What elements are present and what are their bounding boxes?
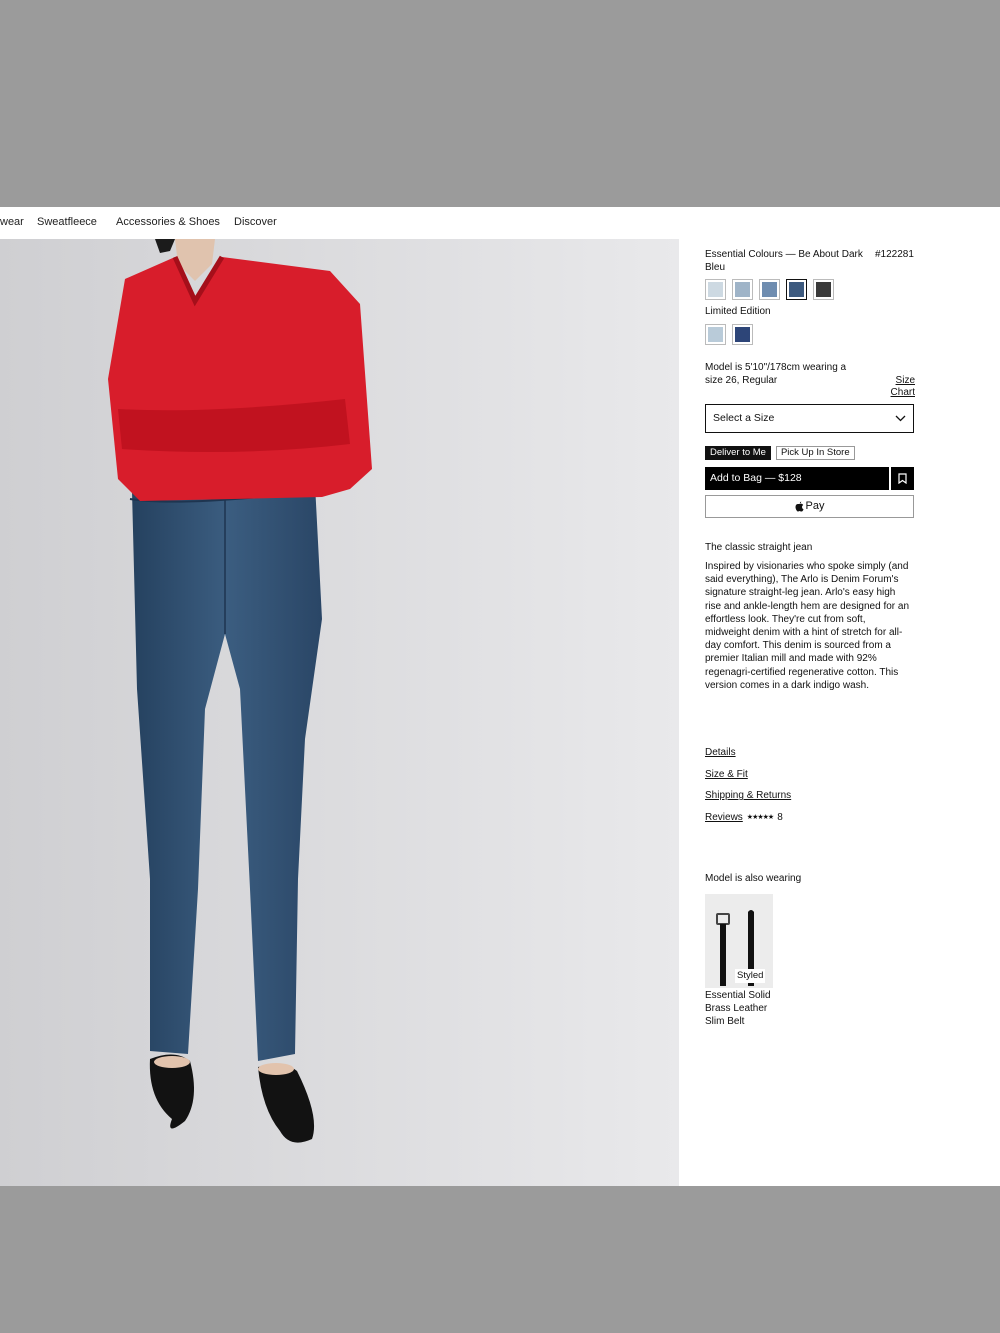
belt-product-name[interactable]: Essential Solid Brass Leather Slim Belt [705,989,775,1028]
colour-swatches [705,279,834,300]
limited-colour-swatch[interactable] [732,324,753,345]
add-to-bag-button[interactable]: Add to Bag — $128 [705,467,889,490]
nav-item-wear[interactable]: wear [0,216,24,228]
top-nav: wear Sweatfleece Accessories & Shoes Dis… [0,207,1000,239]
model-photo [0,239,679,1186]
save-button[interactable] [891,467,914,490]
product-image[interactable] [0,239,679,1186]
also-wearing-heading: Model is also wearing [705,873,802,884]
colour-swatch[interactable] [732,279,753,300]
colour-swatch[interactable] [705,279,726,300]
deliver-to-me-button[interactable]: Deliver to Me [705,446,771,460]
nav-item-discover[interactable]: Discover [234,216,277,228]
pick-up-in-store-button[interactable]: Pick Up In Store [775,446,855,460]
colour-swatch-selected[interactable] [786,279,807,300]
nav-item-sweatfleece[interactable]: Sweatfleece [37,216,97,228]
size-select-label: Select a Size [713,411,775,424]
product-sku: #122281 [875,249,914,260]
bookmark-icon [898,473,907,484]
apple-pay-label: Pay [805,500,825,513]
shipping-returns-accordion[interactable]: Shipping & Returns [705,789,791,802]
styled-badge: Styled [735,969,766,984]
product-page: wear Sweatfleece Accessories & Shoes Dis… [0,207,1000,1186]
chevron-down-icon [895,415,906,422]
details-accordion[interactable]: Details [705,746,736,759]
reviews-label: Reviews [705,812,743,823]
colour-swatch[interactable] [813,279,834,300]
delivery-options: Deliver to Me Pick Up In Store [705,446,855,460]
product-description: Inspired by visionaries who spoke simply… [705,561,910,691]
limited-colour-swatch[interactable] [705,324,726,345]
belt-product-card[interactable]: Styled [705,894,773,988]
apple-icon [795,501,804,512]
size-chart-link[interactable]: Size Chart [877,375,915,399]
description-title: The classic straight jean [705,542,813,553]
limited-swatches [705,324,753,345]
limited-edition-label: Limited Edition [705,306,771,317]
apple-pay-button[interactable]: Pay [705,495,914,518]
review-count: 8 [777,812,783,823]
rating-stars: ★★★★★ [746,813,774,821]
size-fit-accordion[interactable]: Size & Fit [705,768,748,781]
model-info: Model is 5'10"/178cm wearing a size 26, … [705,362,847,386]
nav-item-accessories-shoes[interactable]: Accessories & Shoes [116,216,220,228]
reviews-accordion[interactable]: Reviews ★★★★★ 8 [705,811,783,824]
product-title: Essential Colours — Be About Dark Bleu [705,249,863,273]
colour-swatch[interactable] [759,279,780,300]
size-select[interactable]: Select a Size [705,404,914,433]
